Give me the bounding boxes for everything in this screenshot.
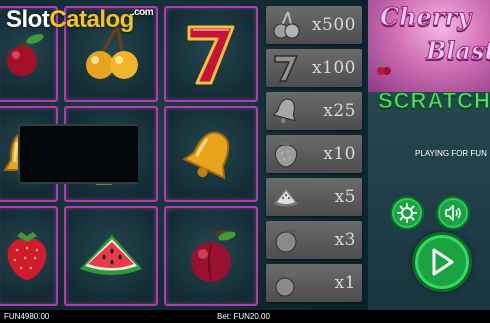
paytable-row-plum: x3 xyxy=(266,221,362,259)
multiplier-text: x500 xyxy=(311,15,356,35)
strawberry-icon xyxy=(274,141,298,168)
seven-icon xyxy=(187,25,235,85)
paytable-row-watermelon: x5 xyxy=(266,178,362,216)
seven-icon xyxy=(274,55,298,82)
game-title-blast: Blast xyxy=(426,36,490,66)
paytable-row-cherries: x500 xyxy=(266,6,362,44)
paytable-row-strawberry: x10 xyxy=(266,135,362,173)
watermark-slot: Slot xyxy=(6,6,50,33)
balance-text: FUN4980.00 xyxy=(4,312,50,321)
strawberry-icon xyxy=(7,232,47,280)
paytable-row-bell: x25 xyxy=(266,92,362,130)
scratch-cell-6[interactable] xyxy=(164,106,258,202)
bell-icon xyxy=(182,131,230,180)
watermelon-icon xyxy=(274,188,298,207)
watermark-dotcom: .com xyxy=(131,7,154,18)
watermark-catalog: Catalog xyxy=(49,6,134,33)
cherries-icon xyxy=(273,11,300,39)
scratch-cell-3[interactable] xyxy=(164,6,258,102)
game-title-scratch: SCRATCH xyxy=(378,88,490,114)
play-button[interactable] xyxy=(412,232,472,292)
game-title-cherry: Cherry xyxy=(379,2,472,32)
paytable-row-seven: x100 xyxy=(266,49,362,87)
cherry-icon xyxy=(275,271,296,297)
multiplier-text: x5 xyxy=(334,187,356,207)
multiplier-text: x100 xyxy=(311,58,356,78)
message-text: PLAYING FOR FUN xyxy=(415,149,487,158)
mini-cherry-icon xyxy=(377,60,391,75)
bell-icon xyxy=(272,98,296,124)
multiplier-text: x25 xyxy=(323,101,356,121)
paytable-row-cherry: x1 xyxy=(266,264,362,302)
speaker-icon xyxy=(445,205,461,221)
slotcatalog-watermark: Slot Catalog .com xyxy=(6,6,155,38)
bet-text: Bet: FUN20.00 xyxy=(217,312,270,321)
settings-button[interactable] xyxy=(390,196,424,230)
watermelon-icon xyxy=(80,235,142,275)
paytable: x500 x100 x25 x10 x5 x3 x1 xyxy=(266,4,363,306)
plum-icon xyxy=(275,228,297,253)
scratch-cell-8[interactable] xyxy=(64,206,158,306)
autoplay-button-edge[interactable] xyxy=(476,230,490,294)
game-screen: Slot Catalog .com x500 x100 x25 x10 x5 x… xyxy=(0,0,490,323)
multiplier-text: x3 xyxy=(334,230,356,250)
plum-icon xyxy=(191,230,236,282)
play-icon xyxy=(432,248,454,276)
multiplier-text: x10 xyxy=(323,144,356,164)
sound-button[interactable] xyxy=(436,196,470,230)
message-display xyxy=(18,124,138,184)
scratch-cell-9[interactable] xyxy=(164,206,258,306)
gear-icon xyxy=(397,203,417,223)
status-bar: FUN4980.00 Bet: FUN20.00 xyxy=(0,310,490,323)
scratch-cell-7[interactable] xyxy=(0,206,58,306)
multiplier-text: x1 xyxy=(334,273,356,293)
